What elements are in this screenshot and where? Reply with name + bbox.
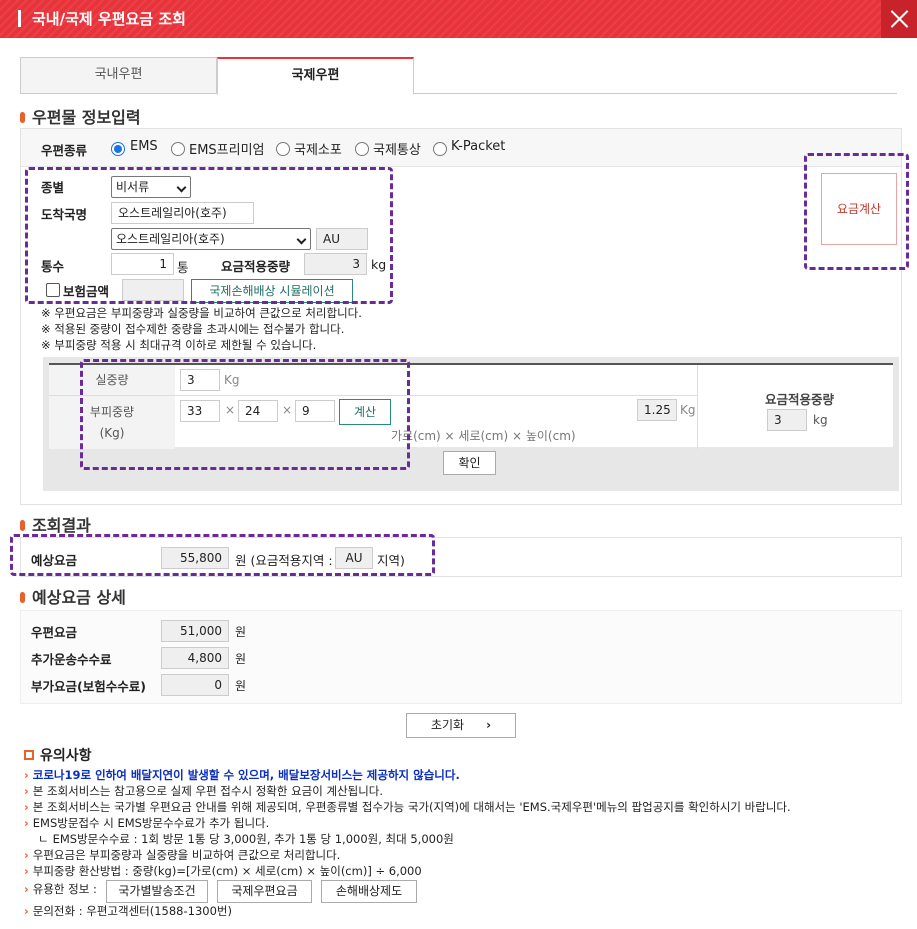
chevron-right-icon: › — [486, 718, 492, 732]
sub-bullet-icon: ㄴ — [38, 832, 49, 846]
postage-field: 51,000 — [161, 620, 229, 642]
reset-button[interactable]: 초기화 › — [406, 713, 516, 738]
radio-intl-parcel[interactable] — [276, 142, 290, 156]
arrow-bullet-icon: › — [24, 768, 29, 782]
page-title: 국내/국제 우편요금 조회 — [32, 10, 186, 28]
tab-bar: 국내우편 국제우편 — [20, 57, 897, 95]
highlight-input-group — [25, 167, 393, 304]
note-item: ※ 우편요금은 부피중량과 실중량을 비교하여 큰값으로 처리합니다. — [41, 306, 362, 320]
applied-weight-unit-2: kg — [813, 413, 828, 427]
detail-table: 우편요금 51,000 원 추가운송수수료 4,800 원 부가요금(보험수수료… — [20, 610, 902, 704]
radio-ems-premium-label[interactable]: EMS프리미엄 — [189, 139, 265, 158]
caution-item: › 본 조회서비스는 참고용으로 실제 우편 접수시 정확한 요금이 계산됩니다. — [24, 784, 384, 798]
highlight-volume-group — [80, 359, 410, 470]
arrow-bullet-icon: › — [24, 816, 29, 830]
note-item: ※ 부피중량 적용 시 최대규격 이하로 제한될 수 있습니다. — [41, 338, 317, 352]
tab-international[interactable]: 국제우편 — [217, 57, 414, 95]
link-damage-compensation[interactable]: 손해배상제도 — [321, 880, 417, 903]
caution-section: 유의사항 › 코로나19로 인하여 배달지연이 발생할 수 있으며, 배달보장서비… — [24, 745, 791, 918]
extra-shipping-unit: 원 — [235, 652, 247, 666]
surcharge-unit: 원 — [235, 679, 247, 693]
mail-type-row: 우편종류 EMS EMS프리미엄 국제소포 국제통상 K-Packet — [21, 129, 901, 167]
arrow-bullet-icon: › — [24, 784, 29, 798]
notes: ※ 우편요금은 부피중량과 실중량을 비교하여 큰값으로 처리합니다. ※ 적용… — [41, 305, 362, 353]
caution-item: › 문의전화 : 우편고객센터(1588-1300번) — [24, 904, 232, 918]
title-bar: 국내/국제 우편요금 조회 — [0, 0, 917, 38]
radio-ems-label[interactable]: EMS — [130, 139, 158, 154]
highlight-calc-button — [804, 153, 909, 270]
tab-domestic[interactable]: 국내우편 — [20, 57, 217, 94]
link-intl-postage[interactable]: 국제우편요금 — [217, 880, 312, 903]
arrow-bullet-icon: › — [24, 864, 29, 878]
arrow-bullet-icon: › — [24, 848, 29, 862]
volume-formula: 가로(cm) × 세로(cm) × 높이(cm) — [391, 429, 576, 443]
confirm-button[interactable]: 확인 — [443, 451, 496, 475]
col-divider — [697, 365, 698, 449]
note-item: ※ 적용된 중량이 접수제한 중량을 초과시에는 접수불가 합니다. — [41, 322, 345, 336]
section-bullet-icon — [20, 112, 25, 123]
square-bullet-icon — [24, 750, 34, 760]
arrow-bullet-icon: › — [24, 904, 29, 918]
link-country-conditions[interactable]: 국가별발송조건 — [106, 880, 208, 903]
volume-result-unit: Kg — [680, 403, 696, 417]
close-button[interactable] — [881, 0, 917, 38]
applied-weight-field-2: 3 — [767, 409, 807, 431]
section-bullet-icon — [20, 520, 25, 531]
section-title-input: 우편물 정보입력 — [20, 104, 141, 128]
highlight-result — [10, 534, 435, 576]
section-title-result: 조회결과 — [20, 512, 91, 536]
postage-label: 우편요금 — [31, 625, 78, 640]
input-form: 우편종류 EMS EMS프리미엄 국제소포 국제통상 K-Packet 종별 비… — [20, 128, 909, 505]
section-bullet-icon — [20, 592, 25, 603]
extra-shipping-field: 4,800 — [161, 647, 229, 669]
radio-ems[interactable] — [111, 142, 125, 156]
extra-shipping-label: 추가운송수수료 — [31, 652, 112, 667]
arrow-bullet-icon: › — [24, 800, 29, 814]
caution-item: › EMS방문접수 시 EMS방문수수료가 추가 됩니다. — [24, 816, 270, 830]
arrow-bullet-icon: › — [24, 882, 29, 896]
caution-item: › 부피중량 환산방법 : 중량(kg)=[가로(cm) × 세로(cm) × 높… — [24, 864, 422, 878]
volume-result-field: 1.25 — [637, 399, 677, 421]
caution-item: › 본 조회서비스는 국가별 우편요금 안내를 위해 제공되며, 우편종류별 접수… — [24, 800, 791, 814]
caution-item: › 우편요금은 부피중량과 실중량을 비교하여 큰값으로 처리합니다. — [24, 848, 341, 862]
title-accent — [18, 10, 21, 27]
applied-weight-label-2: 요금적용중량 — [765, 392, 835, 407]
radio-kpacket-label[interactable]: K-Packet — [451, 139, 505, 154]
radio-kpacket[interactable] — [433, 142, 447, 156]
surcharge-field: 0 — [161, 674, 229, 696]
caution-item: › 유용한 정보 : — [24, 882, 97, 896]
postage-unit: 원 — [235, 625, 247, 639]
caution-subitem: ㄴ EMS방문수수료 : 1회 방문 1통 당 3,000원, 추가 1통 당 1… — [38, 832, 454, 846]
radio-intl-letter-label[interactable]: 국제통상 — [373, 139, 421, 158]
mail-type-label: 우편종류 — [41, 143, 88, 158]
surcharge-label: 부가요금(보험수수료) — [31, 679, 146, 694]
radio-ems-premium[interactable] — [171, 142, 185, 156]
caution-title: 유의사항 — [24, 745, 92, 765]
radio-intl-letter[interactable] — [355, 142, 369, 156]
radio-intl-parcel-label[interactable]: 국제소포 — [294, 139, 342, 158]
caution-item: › 코로나19로 인하여 배달지연이 발생할 수 있으며, 배달보장서비스는 제공… — [24, 768, 460, 782]
section-title-detail: 예상요금 상세 — [20, 584, 126, 608]
